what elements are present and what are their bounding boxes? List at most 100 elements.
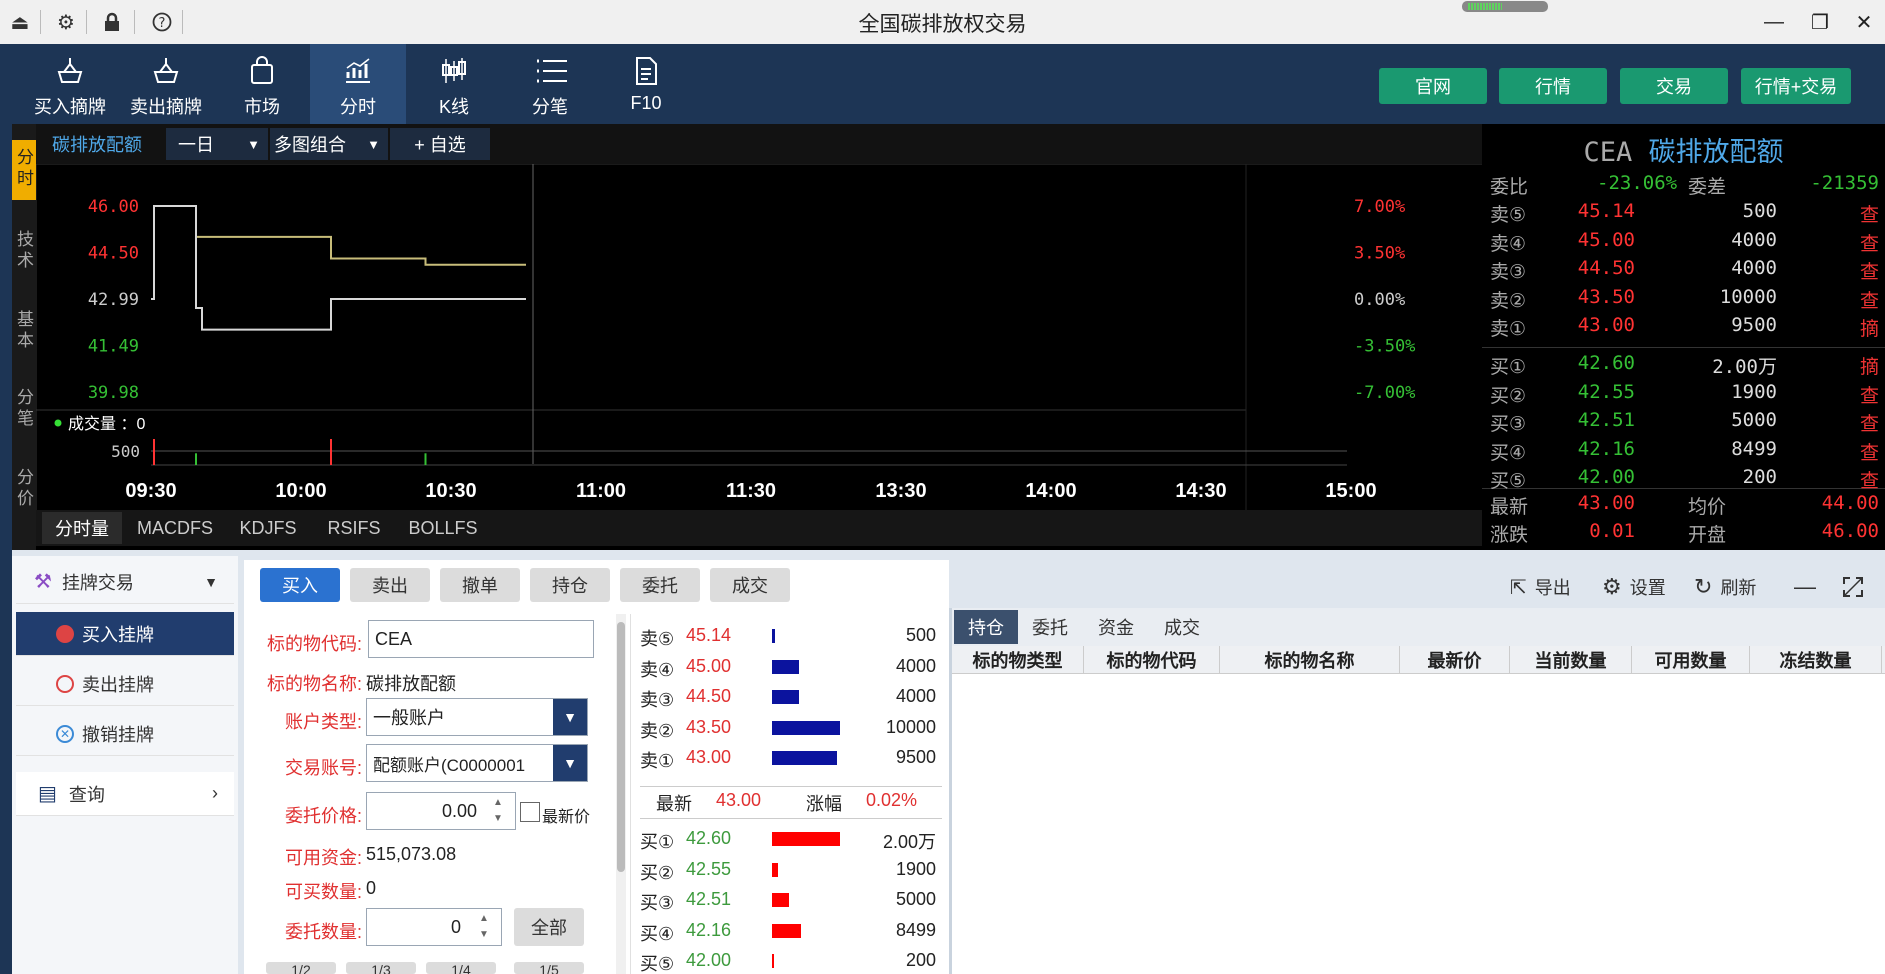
positions-button[interactable]: 持仓 xyxy=(530,568,610,602)
form-scrollbar[interactable] xyxy=(616,614,626,974)
period-dropdown[interactable]: 一日 ▼ xyxy=(166,128,268,160)
side-tab-price[interactable]: 分价 xyxy=(12,460,36,520)
quote-action-link[interactable]: 查 xyxy=(1860,466,1879,493)
grid-tab-orders[interactable]: 委托 xyxy=(1018,610,1082,644)
side-tab-ticks[interactable]: 分笔 xyxy=(12,380,36,440)
book-ask-row[interactable]: 卖① 43.00 9500 xyxy=(640,743,942,773)
book-bid-row[interactable]: 买① 42.60 2.00万 xyxy=(640,824,942,854)
toolbar-market[interactable]: 市场 xyxy=(214,44,310,124)
quote-level-label: 卖④ xyxy=(1490,232,1527,255)
grid-tab-funds[interactable]: 资金 xyxy=(1084,610,1148,644)
all-qty-button[interactable]: 全部 xyxy=(514,908,584,946)
quote-price: 44.50 xyxy=(1577,257,1635,279)
toolbar-f10[interactable]: F10 xyxy=(598,44,694,124)
indicator-tab-macd[interactable]: MACDFS xyxy=(128,512,222,544)
code-input[interactable]: CEA xyxy=(368,620,594,658)
nav-sell-listing[interactable]: 卖出挂牌 xyxy=(16,662,234,706)
sell-action-button[interactable]: 卖出 xyxy=(350,568,430,602)
quote-action-link[interactable]: 查 xyxy=(1860,229,1879,256)
book-level-label: 卖② xyxy=(640,720,675,741)
col-available-qty[interactable]: 可用数量 xyxy=(1632,646,1750,674)
price-stepper[interactable]: ▲ ▼ xyxy=(485,795,511,827)
book-ask-row[interactable]: 卖⑤ 45.14 500 xyxy=(640,621,942,651)
market-button[interactable]: 行情 xyxy=(1499,68,1607,104)
layout-dropdown[interactable]: 多图组合 ▼ xyxy=(270,128,388,160)
expand-icon[interactable] xyxy=(1842,572,1864,602)
trades-button[interactable]: 成交 xyxy=(710,568,790,602)
toolbar-sell-delist[interactable]: 卖出摘牌 xyxy=(118,44,214,124)
quote-action-link[interactable]: 查 xyxy=(1860,409,1879,436)
book-level-label: 买④ xyxy=(640,923,675,944)
indicator-tab-kdj[interactable]: KDJFS xyxy=(228,512,308,544)
col-frozen-qty[interactable]: 冻结数量 xyxy=(1750,646,1882,674)
cancel-order-button[interactable]: 撤单 xyxy=(440,568,520,602)
qty-stepper[interactable]: ▲ ▼ xyxy=(471,911,497,943)
book-ask-row[interactable]: 卖② 43.50 10000 xyxy=(640,713,942,743)
add-watchlist-button[interactable]: + 自选 xyxy=(390,128,490,160)
fraction-third-button[interactable]: 1/3 xyxy=(346,962,416,974)
account-select[interactable]: 配额账户(C0000001 ▼ xyxy=(366,744,588,782)
latest-price-checkbox[interactable] xyxy=(520,802,540,822)
quote-action-link[interactable]: 查 xyxy=(1860,286,1879,313)
settings-button[interactable]: ⚙ 设置 xyxy=(1602,572,1666,602)
book-bid-row[interactable]: 买② 42.55 1900 xyxy=(640,855,942,885)
quote-action-link[interactable]: 查 xyxy=(1860,381,1879,408)
quote-action-link[interactable]: 查 xyxy=(1860,257,1879,284)
nav-listing-trade[interactable]: ⚒ 挂牌交易 ▼ xyxy=(16,560,234,604)
indicator-tab-volume[interactable]: 分时量 xyxy=(42,512,122,544)
nav-buy-listing[interactable]: 买入挂牌 xyxy=(16,612,234,656)
indicator-tab-rsi[interactable]: RSIFS xyxy=(316,512,392,544)
minimize-button[interactable]: — xyxy=(1756,8,1792,36)
refresh-button[interactable]: ↻ 刷新 xyxy=(1694,572,1756,602)
col-name[interactable]: 标的物名称 xyxy=(1220,646,1400,674)
close-button[interactable]: ✕ xyxy=(1846,8,1882,36)
quote-price: 42.60 xyxy=(1577,352,1635,374)
quote-bid-row: 买⑤ 42.00 200 查 xyxy=(1482,464,1885,492)
official-site-button[interactable]: 官网 xyxy=(1379,68,1487,104)
col-latest[interactable]: 最新价 xyxy=(1400,646,1510,674)
quote-action-link[interactable]: 查 xyxy=(1860,438,1879,465)
book-ask-row[interactable]: 卖③ 44.50 4000 xyxy=(640,682,942,712)
side-tab-technical[interactable]: 技术 xyxy=(12,222,36,282)
quote-action-link[interactable]: 摘 xyxy=(1860,352,1879,379)
trade-button[interactable]: 交易 xyxy=(1620,68,1728,104)
side-tab-timeshare[interactable]: 分时 xyxy=(12,140,36,200)
fraction-half-button[interactable]: 1/2 xyxy=(266,962,336,974)
col-type[interactable]: 标的物类型 xyxy=(952,646,1084,674)
connection-indicator xyxy=(1462,1,1548,12)
toolbar-ticks[interactable]: 分笔 xyxy=(502,44,598,124)
price-input[interactable]: 0.00 ▲ ▼ xyxy=(366,792,516,830)
quote-action-link[interactable]: 查 xyxy=(1860,200,1879,227)
market-trade-button[interactable]: 行情+交易 xyxy=(1741,68,1851,104)
side-tab-fundamental[interactable]: 基本 xyxy=(12,302,36,362)
fraction-fifth-button[interactable]: 1/5 xyxy=(514,962,584,974)
book-bid-row[interactable]: 买⑤ 42.00 200 xyxy=(640,946,942,974)
toolbar-timeshare[interactable]: 分时 xyxy=(310,44,406,124)
book-bid-row[interactable]: 买④ 42.16 8499 xyxy=(640,916,942,946)
restore-button[interactable]: ❐ xyxy=(1802,8,1838,36)
buy-action-button[interactable]: 买入 xyxy=(260,568,340,602)
col-code[interactable]: 标的物代码 xyxy=(1084,646,1220,674)
grid-tab-trades[interactable]: 成交 xyxy=(1150,610,1214,644)
qty-input[interactable]: 0 ▲ ▼ xyxy=(366,908,502,946)
nav-cancel-listing[interactable]: ✕ 撤销挂牌 xyxy=(16,712,234,756)
nav-query-label: 查询 xyxy=(68,784,105,805)
col-current-qty[interactable]: 当前数量 xyxy=(1510,646,1632,674)
nav-query[interactable]: ▤ 查询 › xyxy=(16,772,234,816)
quote-ask-row: 卖⑤ 45.14 500 查 xyxy=(1482,198,1885,226)
book-bid-row[interactable]: 买③ 42.51 5000 xyxy=(640,885,942,915)
quote-action-link[interactable]: 摘 xyxy=(1860,314,1879,341)
market-bag-icon xyxy=(251,56,273,84)
toolbar-kline[interactable]: K线 xyxy=(406,44,502,124)
book-ask-row[interactable]: 卖④ 45.00 4000 xyxy=(640,652,942,682)
export-button[interactable]: ⇱ 导出 xyxy=(1510,572,1571,602)
grid-tab-positions[interactable]: 持仓 xyxy=(954,610,1018,644)
quote-price: 42.00 xyxy=(1577,466,1635,488)
orders-button[interactable]: 委托 xyxy=(620,568,700,602)
fraction-quarter-button[interactable]: 1/4 xyxy=(426,962,496,974)
toolbar-buy-delist[interactable]: 买入摘牌 xyxy=(22,44,118,124)
timeshare-chart[interactable]: 46.00 44.50 42.99 41.49 39.98 7.00% 3.50% 0.00%… xyxy=(36,164,1482,510)
account-type-select[interactable]: 一般账户 ▼ xyxy=(366,698,588,736)
minimize-panel-icon[interactable]: — xyxy=(1794,572,1816,602)
indicator-tab-boll[interactable]: BOLLFS xyxy=(400,512,486,544)
